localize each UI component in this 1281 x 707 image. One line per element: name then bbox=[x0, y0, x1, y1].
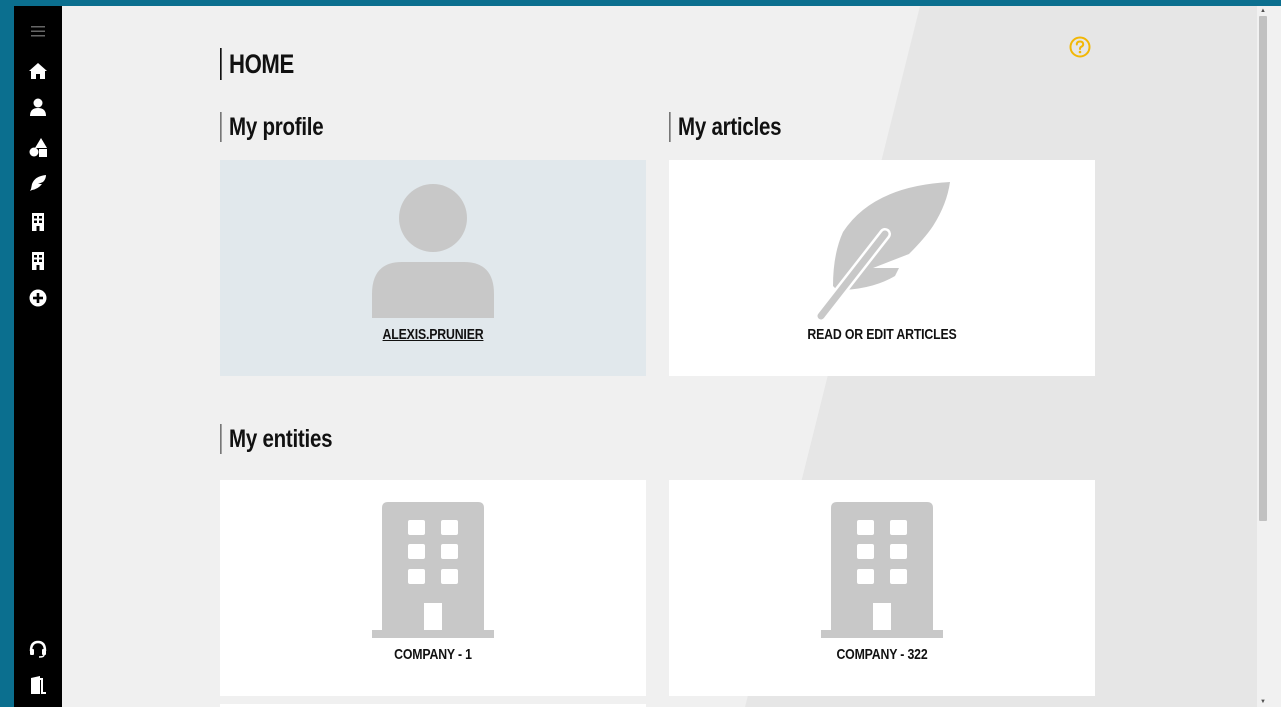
building-icon[interactable] bbox=[26, 249, 50, 273]
entity-card[interactable]: COMPANY - 322 bbox=[669, 480, 1095, 696]
entity-card-label: COMPANY - 1 bbox=[394, 646, 472, 663]
page-title: HOME bbox=[220, 48, 294, 80]
articles-card[interactable]: READ OR EDIT ARTICLES bbox=[669, 160, 1095, 376]
feather-icon bbox=[815, 182, 950, 320]
scroll-up-arrow[interactable]: ▲ bbox=[1259, 7, 1267, 15]
section-title-articles: My articles bbox=[669, 112, 782, 142]
scroll-down-arrow[interactable]: ▼ bbox=[1259, 698, 1267, 706]
help-icon[interactable] bbox=[1069, 36, 1091, 58]
profile-card[interactable]: ALEXIS.PRUNIER bbox=[220, 160, 646, 376]
plus-circle-icon[interactable] bbox=[26, 286, 50, 310]
entity-card[interactable]: COMPANY - 1 bbox=[220, 480, 646, 696]
exit-door-icon[interactable] bbox=[26, 673, 50, 697]
sidebar bbox=[14, 6, 62, 707]
hamburger-icon[interactable] bbox=[26, 19, 50, 43]
entity-card-label: COMPANY - 322 bbox=[836, 646, 928, 663]
headset-icon[interactable] bbox=[26, 637, 50, 661]
articles-card-label: READ OR EDIT ARTICLES bbox=[807, 326, 957, 343]
section-title-entities: My entities bbox=[220, 424, 333, 454]
scrollbar-thumb[interactable] bbox=[1259, 16, 1267, 521]
building-icon[interactable] bbox=[26, 210, 50, 234]
app-window: HOME My profile My articles ALEXIS.PRUNI… bbox=[14, 6, 1281, 707]
building-icon bbox=[821, 502, 943, 638]
user-avatar-icon bbox=[372, 184, 494, 318]
section-title-profile: My profile bbox=[220, 112, 324, 142]
profile-username-link[interactable]: ALEXIS.PRUNIER bbox=[258, 326, 607, 343]
feather-icon[interactable] bbox=[26, 171, 50, 195]
user-icon[interactable] bbox=[26, 95, 50, 119]
home-icon[interactable] bbox=[26, 59, 50, 83]
building-icon bbox=[372, 502, 494, 638]
shapes-icon[interactable] bbox=[26, 135, 50, 159]
main-content: HOME My profile My articles ALEXIS.PRUNI… bbox=[62, 6, 1257, 707]
